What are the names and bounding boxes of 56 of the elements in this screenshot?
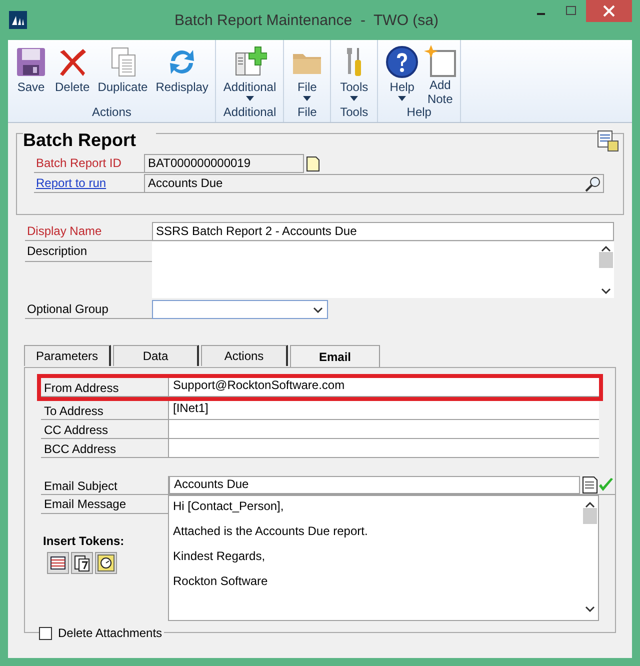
- document-list-icon[interactable]: [597, 130, 619, 152]
- message-line: Hi [Contact_Person],: [173, 499, 285, 513]
- input-field[interactable]: [169, 420, 599, 438]
- tab[interactable]: Email: [290, 345, 380, 367]
- new-document-icon[interactable]: [306, 156, 320, 172]
- scroll-up-icon[interactable]: [601, 246, 611, 252]
- field-value[interactable]: Accounts Due: [144, 174, 604, 193]
- section-title: Batch Report: [23, 130, 156, 151]
- ribbon-button[interactable]: Tools: [334, 40, 374, 104]
- ribbon-button[interactable]: Duplicate: [94, 40, 152, 104]
- checkbox-label: Delete Attachments: [58, 626, 162, 640]
- help-icon: [385, 45, 420, 79]
- scrollbar-thumb[interactable]: [599, 252, 613, 268]
- text-area[interactable]: Hi [Contact_Person], Attached is the Accounts Due report. Kindest Regards, Rockton Software: [168, 495, 599, 621]
- scroll-up-icon[interactable]: [585, 502, 595, 508]
- input-field[interactable]: [INet1]: [169, 401, 599, 419]
- checkmark-icon[interactable]: [598, 477, 614, 493]
- group-label: Help: [406, 104, 432, 121]
- table-icon[interactable]: [47, 552, 69, 574]
- field-value[interactable]: BAT000000000019: [144, 154, 304, 173]
- group-label: Additional: [222, 104, 278, 121]
- chevron-down-icon: [313, 306, 323, 312]
- ribbon-button[interactable]: Delete: [51, 40, 94, 104]
- section-label: Insert Tokens:: [43, 534, 124, 548]
- ribbon-button[interactable]: Add Note: [423, 40, 458, 104]
- group-label: Tools: [339, 104, 370, 121]
- message-line: Kindest Regards,: [173, 549, 266, 563]
- input-field[interactable]: Accounts Due: [169, 476, 580, 494]
- dropdown-field[interactable]: [152, 300, 328, 319]
- input-field[interactable]: Support@RocktonSoftware.com: [169, 378, 599, 396]
- message-line: Rockton Software: [173, 574, 269, 588]
- close-icon[interactable]: [586, 0, 632, 22]
- scroll-down-icon[interactable]: [601, 288, 611, 294]
- window-title: Batch Report Maintenance - TWO (sa): [174, 12, 440, 28]
- tab[interactable]: Parameters: [24, 345, 111, 366]
- document-icon[interactable]: [582, 476, 598, 494]
- ribbon-button[interactable]: Redisplay: [152, 40, 212, 104]
- calendar-icon[interactable]: [71, 552, 93, 574]
- scroll-down-icon[interactable]: [585, 606, 595, 612]
- tab[interactable]: Data: [113, 345, 199, 366]
- input-field[interactable]: [169, 439, 599, 457]
- app-logo-icon: [9, 11, 27, 29]
- group-label: File: [296, 104, 318, 121]
- sticky-note-icon: [423, 44, 458, 78]
- ribbon-button[interactable]: File: [287, 40, 328, 104]
- input-field[interactable]: SSRS Batch Report 2 - Accounts Due: [152, 222, 614, 241]
- checkbox[interactable]: [39, 626, 52, 640]
- ribbon-button[interactable]: Save: [11, 40, 51, 104]
- group-label: Actions: [91, 104, 132, 121]
- clock-icon[interactable]: [95, 552, 117, 574]
- scrollbar-thumb[interactable]: [583, 508, 597, 524]
- ribbon-button[interactable]: Help: [381, 40, 424, 104]
- tab[interactable]: Actions: [201, 345, 288, 366]
- search-icon[interactable]: [585, 176, 601, 192]
- ribbon-button[interactable]: Additional: [219, 40, 280, 104]
- message-line: Attached is the Accounts Due report.: [173, 524, 369, 538]
